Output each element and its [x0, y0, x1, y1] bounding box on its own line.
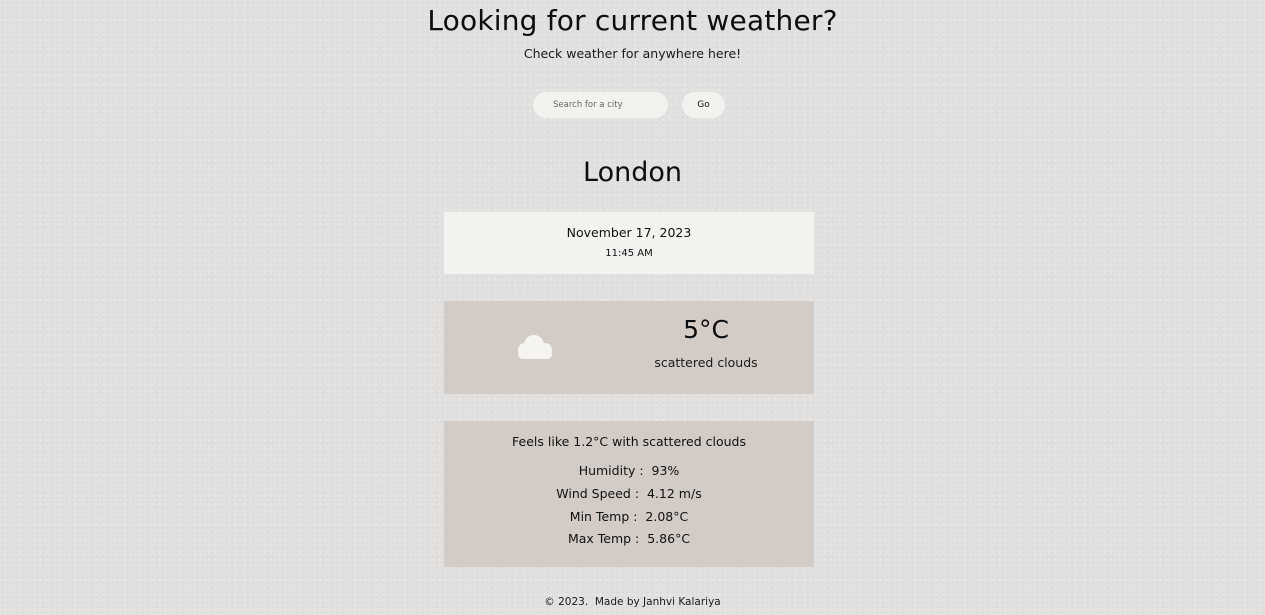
- current-time: 11:45 AM: [605, 248, 653, 259]
- humidity-value: 93%: [651, 463, 680, 478]
- min-temp-label: Min Temp :: [569, 509, 638, 524]
- feels-like: Feels like 1.2°C with scattered clouds: [512, 434, 746, 449]
- footer: © 2023. Made by Janhvi Kalariya: [0, 596, 1265, 608]
- min-temp-row: Min Temp : 2.08°C: [444, 509, 814, 524]
- copyright: © 2023.: [544, 596, 589, 608]
- min-temp-value: 2.08°C: [645, 509, 689, 524]
- details-card: Feels like 1.2°C with scattered clouds H…: [444, 421, 814, 567]
- weather-card: 5°C scattered clouds: [444, 301, 814, 394]
- temperature: 5°C: [683, 315, 729, 344]
- current-date: November 17, 2023: [566, 225, 692, 240]
- search-input[interactable]: [533, 92, 668, 118]
- humidity-label: Humidity :: [578, 463, 644, 478]
- cloud-icon: [518, 335, 552, 359]
- wind-speed-row: Wind Speed : 4.12 m/s: [444, 486, 814, 501]
- author-credit: Made by Janhvi Kalariya: [594, 596, 721, 608]
- weather-description: scattered clouds: [654, 355, 758, 370]
- max-temp-value: 5.86°C: [647, 531, 691, 546]
- wind-speed-value: 4.12 m/s: [647, 486, 702, 501]
- page-subtitle: Check weather for anywhere here!: [523, 46, 742, 61]
- wind-speed-label: Wind Speed :: [556, 486, 640, 501]
- humidity-row: Humidity : 93%: [444, 463, 814, 478]
- max-temp-label: Max Temp :: [567, 531, 640, 546]
- date-card: November 17, 2023 11:45 AM: [444, 212, 814, 274]
- city-name: London: [583, 157, 682, 188]
- max-temp-row: Max Temp : 5.86°C: [444, 531, 814, 546]
- page-title: Looking for current weather?: [427, 4, 838, 37]
- go-button[interactable]: Go: [682, 92, 725, 118]
